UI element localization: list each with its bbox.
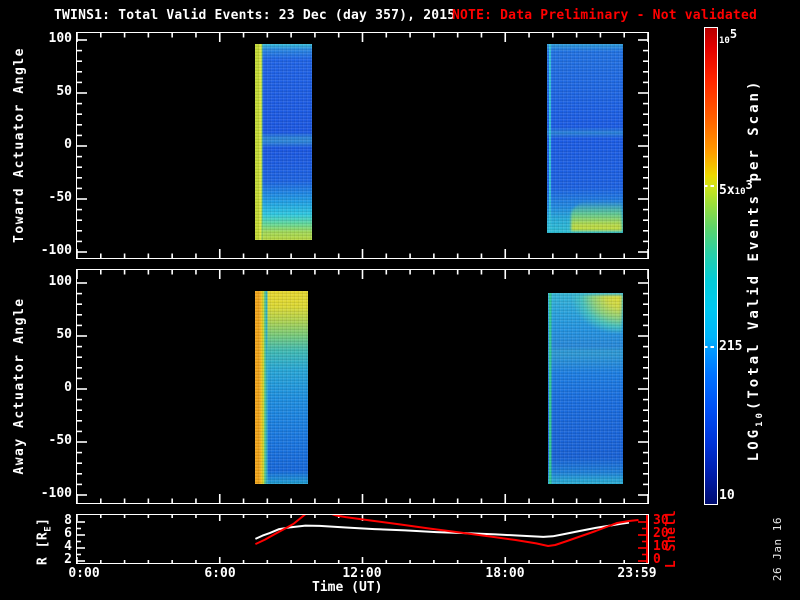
orbit-axes-curves	[77, 515, 648, 563]
away-axes-ticks	[77, 270, 648, 503]
toward-ytick-label: -100	[12, 243, 72, 259]
colorbar-tick-10: 10	[719, 488, 735, 503]
away-ytick-label: -50	[12, 433, 72, 449]
away-ytick-label: 0	[12, 380, 72, 396]
toward-ytick-label: 0	[12, 137, 72, 153]
colorbar-tick-215: 215	[719, 339, 742, 354]
away-ytick-label: 100	[12, 274, 72, 290]
plot-title: TWINS1: Total Valid Events: 23 Dec (day …	[54, 8, 455, 23]
colorbar-axis-label: LOG10(Total Valid Events per Scan)	[745, 30, 769, 510]
toward-ytick-label: -50	[12, 190, 72, 206]
colorbar	[704, 27, 718, 505]
preliminary-note: NOTE: Data Preliminary - Not validated	[452, 8, 757, 23]
toward-ytick-label: 100	[12, 31, 72, 47]
toward-ytick-label: 50	[12, 84, 72, 100]
plot-figure: TWINS1: Total Valid Events: 23 Dec (day …	[0, 0, 800, 600]
creation-datestamp: 26 Jan 16	[769, 509, 787, 589]
xtick-label: 12:00	[330, 566, 394, 582]
xtick-label: 6:00	[188, 566, 252, 582]
toward-spectrogram-panel	[76, 32, 649, 259]
orbit-panel	[76, 514, 649, 564]
away-ytick-label: 50	[12, 327, 72, 343]
toward-axes-ticks	[77, 33, 648, 258]
xtick-label: 23:59	[605, 566, 669, 582]
colorbar-tick-1e5: 105	[719, 27, 737, 47]
xtick-label: 18:00	[473, 566, 537, 582]
x-axis-label: Time (UT)	[312, 580, 376, 596]
away-spectrogram-panel	[76, 269, 649, 504]
colorbar-tick-mark-5e3	[704, 185, 718, 187]
xtick-label: 0:00	[52, 566, 116, 582]
away-ytick-label: -100	[12, 486, 72, 502]
colorbar-tick-mark-215	[704, 346, 718, 348]
